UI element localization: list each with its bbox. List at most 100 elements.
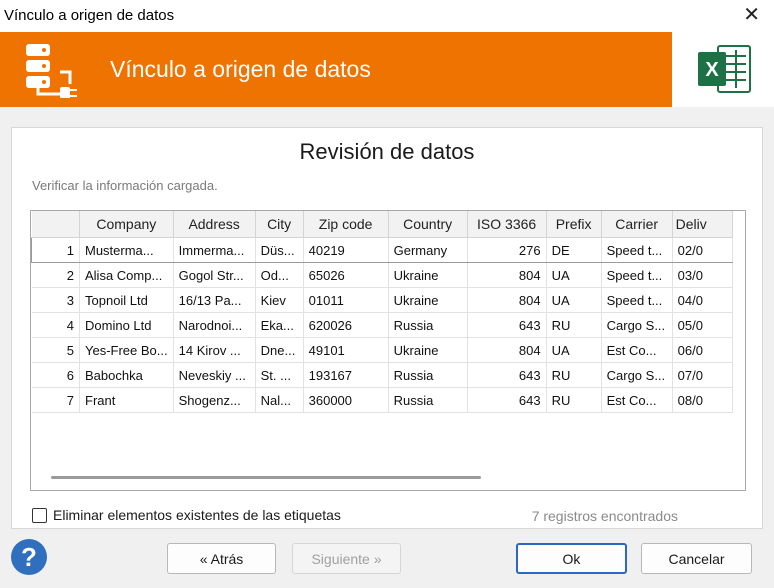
panel-subtitle: Verificar la información cargada. bbox=[32, 178, 218, 193]
row-number-cell: 6 bbox=[31, 362, 80, 388]
table-cell: 05/0 bbox=[672, 312, 733, 338]
table-cell: 643 bbox=[467, 362, 547, 388]
table-cell: Alisa Comp... bbox=[79, 262, 174, 288]
table-row[interactable]: 4 Domino Ltd Narodnoi... Eka... 620026 Russia… bbox=[31, 312, 733, 338]
window-titlebar: Vínculo a origen de datos ✕ bbox=[0, 0, 774, 32]
record-count: 7 registros encontrados bbox=[531, 508, 678, 524]
column-header[interactable]: ISO 3366 bbox=[467, 211, 547, 238]
column-header[interactable]: Deliv bbox=[672, 211, 733, 238]
table-cell: Neveskiy ... bbox=[173, 362, 256, 388]
data-table: Company Address City Zip code Country IS… bbox=[31, 211, 733, 413]
horizontal-scrollbar[interactable] bbox=[51, 476, 481, 479]
table-cell: 620026 bbox=[303, 312, 389, 338]
table-cell: UA bbox=[546, 262, 602, 288]
column-header[interactable]: Company bbox=[79, 211, 174, 238]
table-row[interactable]: 1 Musterma... Immerma... Düs... 40219 Germany… bbox=[31, 237, 733, 263]
table-cell: 16/13 Pa... bbox=[173, 287, 256, 313]
column-header[interactable]: Address bbox=[173, 211, 256, 238]
table-row[interactable]: 6 Babochka Neveskiy ... St. ... 193167 Russia… bbox=[31, 362, 733, 388]
corner-header bbox=[31, 211, 80, 238]
table-cell: 08/0 bbox=[672, 387, 733, 413]
banner-title: Vínculo a origen de datos bbox=[110, 56, 371, 82]
table-cell: 07/0 bbox=[672, 362, 733, 388]
table-cell: Yes-Free Bo... bbox=[79, 337, 174, 363]
row-number-cell: 7 bbox=[31, 387, 80, 413]
excel-letter: X bbox=[705, 59, 719, 81]
table-cell: Frant bbox=[79, 387, 174, 413]
table-cell: Russia bbox=[388, 362, 468, 388]
table-cell: 643 bbox=[467, 312, 547, 338]
remove-existing-checkbox[interactable] bbox=[32, 507, 47, 523]
cancel-button[interactable]: Cancelar bbox=[641, 543, 752, 574]
table-cell: Ukraine bbox=[388, 337, 468, 363]
table-cell: 03/0 bbox=[672, 262, 733, 288]
row-number-cell: 1 bbox=[31, 237, 80, 263]
table-cell: Düs... bbox=[255, 237, 304, 263]
table-row[interactable]: 7 Frant Shogenz... Nal... 360000 Russia 643 RU E… bbox=[31, 387, 733, 413]
table-cell: Musterma... bbox=[79, 237, 174, 263]
table-cell: St. ... bbox=[255, 362, 304, 388]
table-cell: 49101 bbox=[303, 337, 389, 363]
table-cell: Cargo S... bbox=[601, 362, 673, 388]
table-cell: 804 bbox=[467, 262, 547, 288]
back-button[interactable]: « Atrás bbox=[167, 543, 276, 574]
table-cell: Ukraine bbox=[388, 262, 468, 288]
help-icon[interactable]: ? bbox=[11, 539, 47, 575]
column-header[interactable]: Prefix bbox=[546, 211, 602, 238]
column-header[interactable]: Country bbox=[388, 211, 468, 238]
table-cell: Est Co... bbox=[601, 387, 673, 413]
table-cell: 65026 bbox=[303, 262, 389, 288]
table-cell: Dne... bbox=[255, 337, 304, 363]
table-cell: RU bbox=[546, 362, 602, 388]
table-cell: Russia bbox=[388, 312, 468, 338]
header-banner: Vínculo a origen de datos X bbox=[0, 32, 774, 107]
close-icon[interactable]: ✕ bbox=[743, 4, 760, 26]
column-header[interactable]: Zip code bbox=[303, 211, 389, 238]
table-cell: 14 Kirov ... bbox=[173, 337, 256, 363]
table-cell: 02/0 bbox=[672, 237, 733, 263]
table-cell: 643 bbox=[467, 387, 547, 413]
table-header-row: Company Address City Zip code Country IS… bbox=[31, 211, 733, 238]
table-cell: Est Co... bbox=[601, 337, 673, 363]
table-cell: 360000 bbox=[303, 387, 389, 413]
panel-title: Revisión de datos bbox=[299, 139, 475, 164]
table-cell: Germany bbox=[388, 237, 468, 263]
table-cell: Ukraine bbox=[388, 287, 468, 313]
table-cell: UA bbox=[546, 287, 602, 313]
table-cell: UA bbox=[546, 337, 602, 363]
table-cell: 804 bbox=[467, 287, 547, 313]
excel-logo-box: X bbox=[672, 32, 774, 107]
review-panel: Revisión de datos Verificar la informaci… bbox=[11, 127, 763, 529]
table-cell: Immerma... bbox=[173, 237, 256, 263]
table-cell: Speed t... bbox=[601, 262, 673, 288]
table-cell: Kiev bbox=[255, 287, 304, 313]
table-cell: DE bbox=[546, 237, 602, 263]
table-cell: 193167 bbox=[303, 362, 389, 388]
table-cell: Domino Ltd bbox=[79, 312, 174, 338]
table-cell: Speed t... bbox=[601, 237, 673, 263]
column-header[interactable]: Carrier bbox=[601, 211, 673, 238]
row-number-cell: 4 bbox=[31, 312, 80, 338]
data-grid[interactable]: Company Address City Zip code Country IS… bbox=[30, 210, 746, 491]
row-number-cell: 3 bbox=[31, 287, 80, 313]
column-header[interactable]: City bbox=[255, 211, 304, 238]
table-row[interactable]: 3 Topnoil Ltd 16/13 Pa... Kiev 01011 Ukraine 8… bbox=[31, 287, 733, 313]
table-cell: Topnoil Ltd bbox=[79, 287, 174, 313]
ok-button[interactable]: Ok bbox=[516, 543, 627, 574]
remove-existing-option[interactable]: Eliminar elementos existentes de las eti… bbox=[32, 507, 341, 523]
window-title: Vínculo a origen de datos bbox=[4, 7, 175, 24]
excel-icon: X bbox=[698, 45, 751, 93]
checkbox-label: Eliminar elementos existentes de las eti… bbox=[53, 507, 341, 523]
table-cell: 01011 bbox=[303, 287, 389, 313]
table-cell: Cargo S... bbox=[601, 312, 673, 338]
table-row[interactable]: 2 Alisa Comp... Gogol Str... Od... 65026 Ukra… bbox=[31, 262, 733, 288]
table-row[interactable]: 5 Yes-Free Bo... 14 Kirov ... Dne... 49101 Uk… bbox=[31, 337, 733, 363]
next-button[interactable]: Siguiente » bbox=[292, 543, 401, 574]
table-cell: Od... bbox=[255, 262, 304, 288]
row-number-cell: 2 bbox=[31, 262, 80, 288]
table-cell: 276 bbox=[467, 237, 547, 263]
table-cell: Speed t... bbox=[601, 287, 673, 313]
table-cell: 40219 bbox=[303, 237, 389, 263]
table-cell: 06/0 bbox=[672, 337, 733, 363]
table-cell: Babochka bbox=[79, 362, 174, 388]
